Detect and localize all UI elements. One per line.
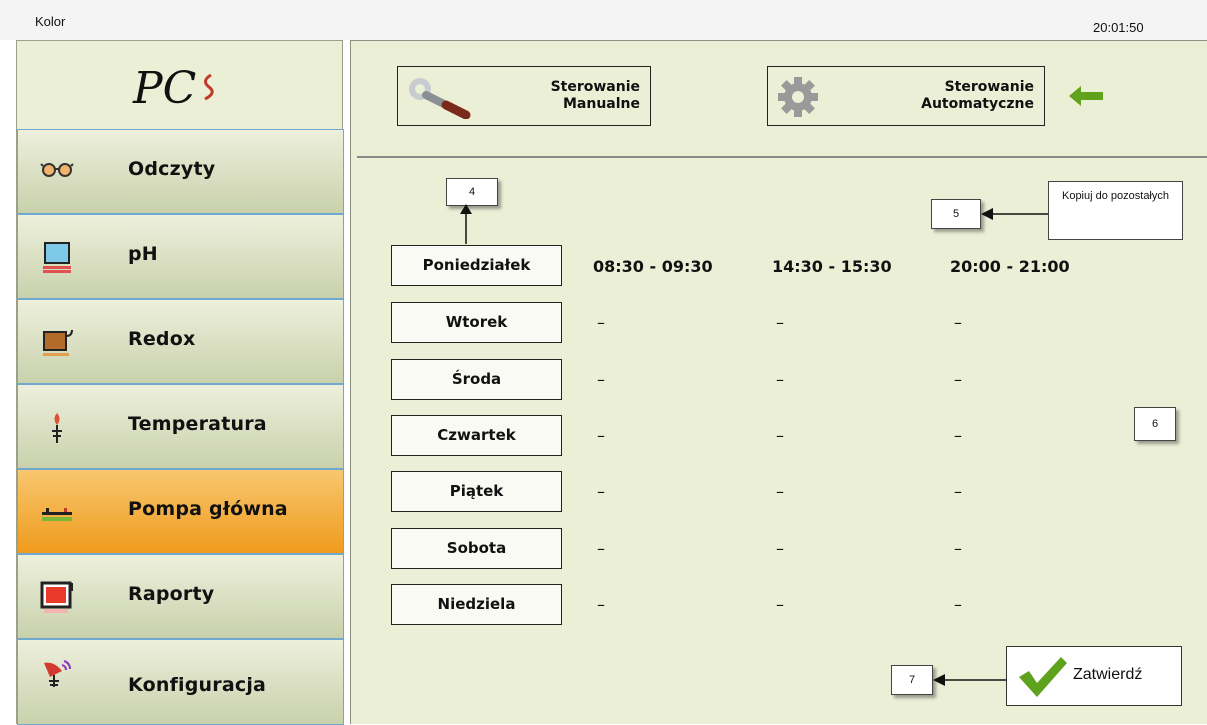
checkmark-icon bbox=[1019, 657, 1067, 697]
empty-slot[interactable]: – bbox=[776, 370, 784, 389]
monitor-icon bbox=[40, 581, 73, 613]
clock: 20:01:50 bbox=[1093, 20, 1144, 35]
manual-control-label: Sterowanie Manualne bbox=[550, 79, 640, 112]
empty-slot[interactable]: – bbox=[776, 595, 784, 614]
automatic-control-button[interactable]: Sterowanie Automatyczne bbox=[767, 66, 1045, 126]
empty-slot[interactable]: – bbox=[954, 370, 962, 389]
thermometer-icon bbox=[52, 413, 62, 443]
empty-slot[interactable]: – bbox=[954, 313, 962, 332]
sidebar-item-label: Odczyty bbox=[128, 158, 216, 180]
copy-to-others-note: Kopiuj do pozostałych bbox=[1048, 181, 1183, 240]
satellite-dish-icon bbox=[44, 660, 71, 687]
time-slot[interactable]: 08:30 - 09:30 bbox=[593, 257, 713, 276]
divider bbox=[357, 156, 1207, 158]
sidebar-item-label: Raporty bbox=[128, 583, 215, 605]
empty-slot[interactable]: – bbox=[597, 482, 605, 501]
sidebar-item-pompa-glowna[interactable]: Pompa główna bbox=[17, 469, 344, 554]
sidebar-item-konfiguracja[interactable]: Konfiguracja bbox=[17, 639, 344, 725]
empty-slot[interactable]: – bbox=[776, 539, 784, 558]
sidebar-item-label: Temperatura bbox=[128, 413, 267, 435]
sidebar-item-redox[interactable]: Redox bbox=[17, 299, 344, 384]
main-panel: Sterowanie Manualne Sterowanie Automatyc… bbox=[350, 40, 1207, 724]
sidebar-item-raporty[interactable]: Raporty bbox=[17, 554, 344, 639]
empty-slot[interactable]: – bbox=[597, 595, 605, 614]
empty-slot[interactable]: – bbox=[597, 370, 605, 389]
day-button-czwartek[interactable]: Czwartek bbox=[391, 415, 562, 456]
sidebar: PC Odczyty pH Redox Temperatura Pompa gł… bbox=[16, 40, 344, 725]
empty-slot[interactable]: – bbox=[954, 595, 962, 614]
manual-control-button[interactable]: Sterowanie Manualne bbox=[397, 66, 651, 126]
empty-slot[interactable]: – bbox=[776, 482, 784, 501]
sidebar-item-temperatura[interactable]: Temperatura bbox=[17, 384, 344, 469]
time-slot[interactable]: 20:00 - 21:00 bbox=[950, 257, 1070, 276]
empty-slot[interactable]: – bbox=[776, 426, 784, 445]
day-button-poniedzialek[interactable]: Poniedziałek bbox=[391, 245, 562, 286]
day-button-piatek[interactable]: Piątek bbox=[391, 471, 562, 512]
time-slot[interactable]: 14:30 - 15:30 bbox=[772, 257, 892, 276]
pump-icon bbox=[42, 508, 72, 521]
empty-slot[interactable]: – bbox=[954, 539, 962, 558]
confirm-label: Zatwierdź bbox=[1073, 666, 1143, 683]
sidebar-item-label: Konfiguracja bbox=[128, 674, 267, 696]
annotation-4: 4 bbox=[446, 178, 498, 206]
glasses-icon bbox=[40, 163, 74, 177]
sidebar-item-label: Redox bbox=[128, 328, 196, 350]
beaker-icon bbox=[43, 242, 71, 273]
sidebar-item-label: Pompa główna bbox=[128, 498, 288, 520]
logo-mark: PC bbox=[132, 63, 214, 114]
confirm-button[interactable]: Zatwierdź bbox=[1006, 646, 1182, 706]
empty-slot[interactable]: – bbox=[954, 482, 962, 501]
title-bar: Kolor 20:01:50 bbox=[0, 0, 1207, 40]
empty-slot[interactable]: – bbox=[597, 426, 605, 445]
back-arrow-icon[interactable] bbox=[1069, 84, 1103, 108]
arrow-left-icon bbox=[981, 208, 1049, 220]
svg-text:PC: PC bbox=[132, 63, 196, 114]
app-title: Kolor bbox=[35, 14, 66, 29]
gear-icon bbox=[778, 77, 818, 117]
kettle-icon bbox=[43, 329, 73, 356]
sidebar-item-ph[interactable]: pH bbox=[17, 214, 344, 299]
wrench-icon bbox=[409, 78, 471, 119]
empty-slot[interactable]: – bbox=[597, 539, 605, 558]
arrow-left-icon bbox=[933, 674, 1007, 686]
day-button-wtorek[interactable]: Wtorek bbox=[391, 302, 562, 343]
day-button-sroda[interactable]: Środa bbox=[391, 359, 562, 400]
empty-slot[interactable]: – bbox=[597, 313, 605, 332]
arrow-up-icon bbox=[460, 204, 472, 244]
day-button-sobota[interactable]: Sobota bbox=[391, 528, 562, 569]
annotation-5: 5 bbox=[931, 199, 981, 229]
sidebar-item-label: pH bbox=[128, 243, 158, 265]
annotation-7: 7 bbox=[891, 665, 933, 695]
empty-slot[interactable]: – bbox=[776, 313, 784, 332]
annotation-6: 6 bbox=[1134, 407, 1176, 441]
automatic-control-label: Sterowanie Automatyczne bbox=[921, 79, 1034, 112]
sidebar-item-odczyty[interactable]: Odczyty bbox=[17, 129, 344, 214]
day-button-niedziela[interactable]: Niedziela bbox=[391, 584, 562, 625]
logo: PC bbox=[17, 41, 342, 129]
empty-slot[interactable]: – bbox=[954, 426, 962, 445]
